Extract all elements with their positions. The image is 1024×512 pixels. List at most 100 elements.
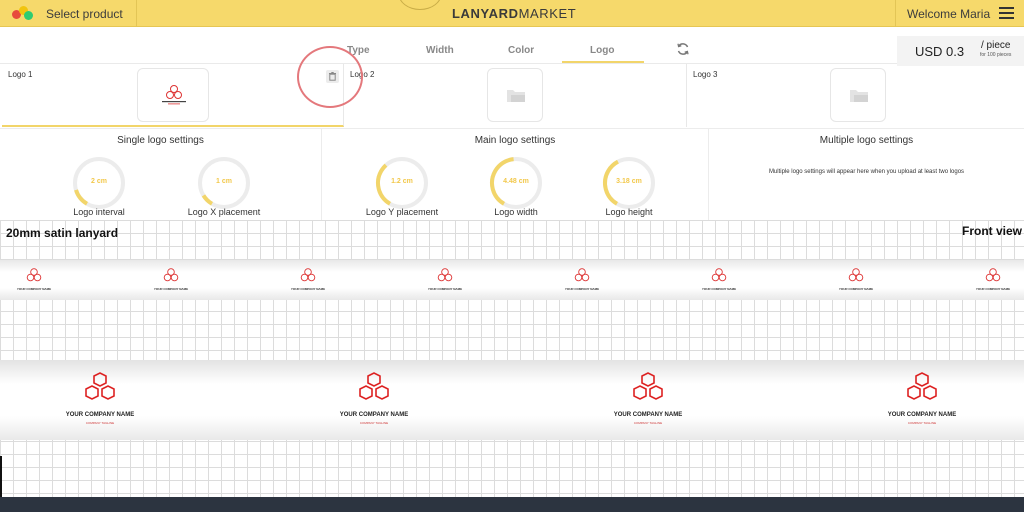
dial-value: 4.48 cm — [503, 178, 529, 185]
panel-title: Single logo settings — [117, 135, 204, 146]
lanyard-type-title: 20mm satin lanyard — [6, 226, 119, 240]
dial-value: 1 cm — [216, 178, 232, 185]
logo-width-dial[interactable]: 4.48 cm — [488, 155, 544, 209]
company-logo-mark — [985, 268, 1001, 282]
company-name: YOUR COMPANY NAME — [887, 412, 957, 418]
folder-icon — [850, 90, 868, 102]
multiple-logo-settings: Multiple logo settings Multiple logo set… — [709, 129, 1024, 221]
company-name: YOUR COMPANY NAME — [339, 412, 409, 418]
company-name: YOUR COMPANY NAME — [290, 287, 326, 291]
multiple-logo-note: Multiple logo settings will appear here … — [768, 169, 965, 175]
single-logo-settings: Single logo settings 2 cm Logo interval … — [0, 129, 322, 221]
company-logo-mark — [163, 268, 179, 282]
company-name: YOUR COMPANY NAME — [838, 287, 874, 291]
logo-height-dial[interactable]: 3.18 cm — [601, 155, 657, 209]
logo-slot-label: Logo 3 — [693, 70, 718, 79]
lanyard-logo-large: YOUR COMPANY NAME COMPANY TAGLINE — [45, 372, 155, 434]
tab-color[interactable]: Color — [508, 45, 534, 56]
company-logo-mark — [848, 268, 864, 282]
tab-width[interactable]: Width — [426, 45, 454, 56]
lanyard-band-large: YOUR COMPANY NAME COMPANY TAGLINE YOUR COM… — [0, 360, 1024, 440]
select-product-label: Select product — [46, 6, 123, 21]
logo-y-placement-dial[interactable]: 1.2 cm — [374, 155, 430, 209]
dial-label: Logo Y placement — [365, 207, 439, 217]
price-box: USD 0.3 / piece for 100 pieces — [897, 36, 1024, 66]
logo-interval-dial[interactable]: 2 cm — [71, 155, 127, 209]
active-tab-indicator — [562, 61, 644, 63]
company-logo-mark — [162, 85, 186, 105]
view-label: Front view — [961, 224, 1022, 238]
lanyard-band-small: YOUR COMPANY NAME YOUR COMPANY NAME YOUR C… — [0, 260, 1024, 300]
click-highlight-circle — [297, 46, 363, 108]
logo-1-thumbnail[interactable] — [137, 68, 209, 122]
company-logo-mark — [633, 372, 663, 400]
lanyard-logo-small: YOUR COMPANY NAME — [4, 266, 64, 296]
company-tagline: COMPANY TAGLINE — [359, 421, 389, 425]
logo-3-upload[interactable] — [830, 68, 886, 122]
company-logo-mark — [26, 268, 42, 282]
select-product-button[interactable]: Select product — [0, 0, 137, 27]
folder-icon — [507, 90, 525, 102]
lanyard-logo-small: YOUR COMPANY NAME — [415, 266, 475, 296]
lanyard-designer: Select product LANYARDMARKET Welcome Mar… — [0, 0, 1024, 512]
user-menu[interactable]: Welcome Maria — [895, 0, 1024, 27]
left-edge-strip — [0, 456, 2, 497]
logo-slot-3[interactable]: Logo 3 — [687, 64, 1024, 127]
brand-bold: LANYARD — [452, 6, 519, 21]
logo-2-upload[interactable] — [487, 68, 543, 122]
company-name: YOUR COMPANY NAME — [65, 412, 135, 418]
lanyard-logo-small: YOUR COMPANY NAME — [141, 266, 201, 296]
company-name: YOUR COMPANY NAME — [427, 287, 463, 291]
company-name: YOUR COMPANY NAME — [16, 287, 52, 291]
company-logo-mark — [574, 268, 590, 282]
hamburger-menu-icon[interactable] — [999, 7, 1014, 19]
company-name: YOUR COMPANY NAME — [975, 287, 1011, 291]
company-name: YOUR COMPANY NAME — [153, 287, 189, 291]
company-logo-mark — [907, 372, 937, 400]
bottom-bar — [0, 497, 1024, 512]
brand-light: MARKET — [518, 6, 577, 21]
company-name: YOUR COMPANY NAME — [564, 287, 600, 291]
company-name: YOUR COMPANY NAME — [701, 287, 737, 291]
panel-title: Multiple logo settings — [819, 135, 914, 146]
company-logo-mark — [85, 372, 115, 400]
price-quantity-note: for 100 pieces — [980, 52, 1012, 58]
lanyard-logo-large: YOUR COMPANY NAME COMPANY TAGLINE — [867, 372, 977, 434]
product-icon — [12, 5, 34, 22]
panel-title: Main logo settings — [474, 135, 556, 146]
price-amount: USD 0.3 — [915, 44, 965, 59]
dial-value: 1.2 cm — [391, 178, 413, 185]
refresh-icon[interactable] — [676, 42, 690, 56]
price-unit: / piece — [981, 40, 1011, 51]
brand-logo[interactable]: LANYARDMARKET — [452, 6, 576, 21]
tab-logo[interactable]: Logo — [590, 45, 614, 56]
top-header: Select product LANYARDMARKET Welcome Mar… — [0, 0, 1024, 27]
header-notch — [398, 0, 442, 10]
logo-slot-1[interactable]: Logo 1 — [2, 64, 344, 127]
lanyard-logo-large: YOUR COMPANY NAME COMPANY TAGLINE — [319, 372, 429, 434]
lanyard-logo-small: YOUR COMPANY NAME — [963, 266, 1023, 296]
welcome-text: Welcome Maria — [907, 6, 991, 21]
lanyard-logo-small: YOUR COMPANY NAME — [278, 266, 338, 296]
dial-label: Logo height — [605, 207, 653, 217]
logo-settings: Single logo settings 2 cm Logo interval … — [0, 128, 1024, 221]
lanyard-logo-small: YOUR COMPANY NAME — [689, 266, 749, 296]
main-logo-settings: Main logo settings 1.2 cm Logo Y placeme… — [322, 129, 709, 221]
company-logo-mark — [359, 372, 389, 400]
logo-slot-2[interactable]: Logo 2 — [344, 64, 687, 127]
company-name: YOUR COMPANY NAME — [613, 412, 683, 418]
logo-slot-label: Logo 1 — [8, 70, 33, 79]
company-tagline: COMPANY TAGLINE — [85, 421, 115, 425]
logo-x-placement-dial[interactable]: 1 cm — [196, 155, 252, 209]
dial-label: Logo interval — [73, 207, 125, 217]
company-tagline: COMPANY TAGLINE — [907, 421, 937, 425]
logo-slots: Logo 1 Logo 2 Logo 3 — [0, 64, 1024, 128]
dial-value: 2 cm — [91, 178, 107, 185]
lanyard-logo-large: YOUR COMPANY NAME COMPANY TAGLINE — [593, 372, 703, 434]
lanyard-logo-small: YOUR COMPANY NAME — [826, 266, 886, 296]
company-logo-mark — [437, 268, 453, 282]
lanyard-preview[interactable]: 20mm satin lanyard Front view YOUR COMPA… — [0, 220, 1024, 497]
dial-label: Logo X placement — [187, 207, 261, 217]
company-logo-mark — [711, 268, 727, 282]
company-logo-mark — [300, 268, 316, 282]
